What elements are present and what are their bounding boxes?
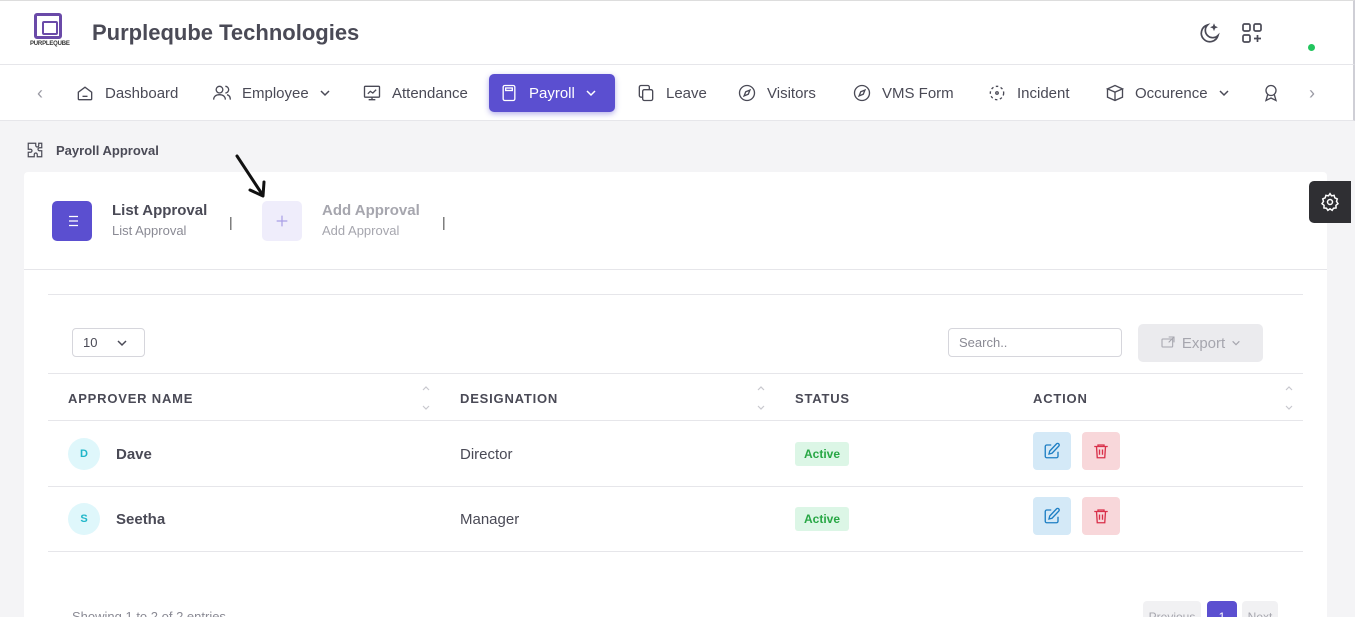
pager-previous[interactable]: Previous	[1143, 601, 1201, 617]
nav-prev-arrow-icon[interactable]: ‹	[30, 83, 50, 103]
annotation-arrow-icon	[235, 154, 266, 198]
nav-label: Incident	[1017, 84, 1070, 102]
designation: Manager	[460, 511, 520, 528]
page-length-select[interactable]: 10	[72, 328, 145, 357]
nav-item-dashboard[interactable]: Dashboard	[65, 74, 188, 112]
nav-label: Occurence	[1135, 84, 1208, 102]
company-name: Purpleqube Technologies	[92, 20, 360, 45]
approval-table-panel: 10 Export APPROVER NAME DESIGNATION STAT…	[48, 294, 1303, 617]
search-input[interactable]	[948, 328, 1122, 357]
breadcrumb: Payroll Approval	[26, 141, 159, 159]
nav-item-incident[interactable]: Incident	[977, 74, 1080, 112]
approval-card: List Approval List Approval | Add Approv…	[24, 172, 1327, 617]
chevron-down-icon	[320, 90, 330, 97]
online-status-dot	[1308, 44, 1315, 51]
chevron-down-icon	[117, 340, 127, 347]
moon-icon[interactable]	[1198, 21, 1222, 45]
main-nav: ‹ Dashboard Employee Attendance Payroll …	[0, 64, 1355, 121]
chevron-down-icon	[1232, 340, 1240, 346]
sort-icon[interactable]	[421, 384, 431, 412]
chevron-down-icon	[1219, 90, 1229, 97]
avatar: D	[68, 438, 100, 470]
edit-icon	[1044, 442, 1060, 459]
edit-icon	[1044, 507, 1060, 524]
col-designation[interactable]: DESIGNATION	[460, 391, 558, 406]
nav-label: Employee	[242, 84, 309, 102]
plus-icon	[276, 215, 288, 227]
approver-name: Seetha	[116, 511, 166, 528]
nav-item-leave[interactable]: Leave	[626, 74, 717, 112]
tab-add-approval[interactable]	[262, 201, 302, 241]
calculator-icon	[502, 84, 516, 102]
edit-button[interactable]	[1033, 497, 1071, 535]
avatar: S	[68, 503, 100, 535]
nav-label: Dashboard	[105, 84, 179, 102]
package-icon	[1105, 84, 1125, 102]
gear-icon	[1320, 192, 1340, 212]
col-status: STATUS	[795, 391, 850, 406]
status-badge: Active	[795, 507, 850, 531]
status-badge: Active	[795, 442, 850, 466]
list-icon	[66, 215, 78, 227]
table-info: Showing 1 to 2 of 2 entries	[72, 609, 226, 617]
col-action: ACTION	[1033, 391, 1088, 406]
compass-icon	[853, 84, 871, 102]
award-icon	[1264, 84, 1278, 102]
nav-label: Leave	[666, 84, 707, 102]
chevron-down-icon	[586, 90, 596, 97]
tab-list-subtitle: List Approval	[112, 223, 187, 238]
edit-button[interactable]	[1033, 432, 1071, 470]
top-header: PURPLEQUBE Purpleqube Technologies	[0, 0, 1355, 64]
logo-text: PURPLEQUBE	[30, 41, 70, 47]
nav-item-awards[interactable]	[1253, 74, 1289, 112]
table-header: APPROVER NAME DESIGNATION STATUS ACTION	[48, 373, 1303, 421]
home-icon	[77, 86, 93, 101]
compass-icon	[738, 84, 756, 102]
presentation-icon	[363, 85, 381, 101]
tab-add-title[interactable]: Add Approval	[322, 202, 420, 219]
approval-tabs: List Approval List Approval | Add Approv…	[24, 172, 1327, 270]
tab-add-subtitle: Add Approval	[322, 223, 400, 238]
nav-item-occurence[interactable]: Occurence	[1095, 74, 1240, 112]
nav-next-arrow-icon[interactable]: ›	[1302, 83, 1322, 103]
col-approver-name[interactable]: APPROVER NAME	[68, 391, 193, 406]
theme-settings-button[interactable]	[1309, 181, 1351, 223]
table-row: D Dave Director Active	[48, 422, 1303, 487]
designation: Director	[460, 446, 513, 463]
apps-grid-icon[interactable]	[1240, 21, 1264, 45]
export-icon	[1161, 336, 1175, 348]
nav-item-visitors[interactable]: Visitors	[727, 74, 826, 112]
page-length-value: 10	[83, 335, 98, 350]
trash-icon	[1094, 444, 1108, 459]
nav-item-attendance[interactable]: Attendance	[352, 74, 478, 112]
nav-item-employee[interactable]: Employee	[202, 74, 341, 112]
sort-icon[interactable]	[756, 384, 766, 412]
trash-icon	[1094, 509, 1108, 524]
export-button[interactable]: Export	[1138, 324, 1263, 362]
company-logo[interactable]: PURPLEQUBE	[30, 13, 70, 53]
pager-next[interactable]: Next	[1242, 601, 1278, 617]
nav-label: Payroll	[529, 84, 575, 102]
delete-button[interactable]	[1082, 432, 1120, 470]
tab-list-approval[interactable]	[52, 201, 92, 241]
table-row: S Seetha Manager Active	[48, 487, 1303, 552]
approver-name: Dave	[116, 446, 152, 463]
pager-page-1[interactable]: 1	[1207, 601, 1237, 617]
nav-item-payroll[interactable]: Payroll	[489, 74, 615, 112]
delete-button[interactable]	[1082, 497, 1120, 535]
nav-item-vms-form[interactable]: VMS Form	[842, 74, 964, 112]
nav-label: VMS Form	[882, 84, 954, 102]
sort-icon[interactable]	[1284, 384, 1294, 412]
tab-separator: |	[442, 214, 446, 230]
nav-label: Visitors	[767, 84, 816, 102]
tab-separator: |	[229, 214, 233, 230]
breadcrumb-title: Payroll Approval	[56, 142, 159, 158]
tab-list-title[interactable]: List Approval	[112, 202, 207, 219]
focus-icon	[989, 85, 1005, 101]
nav-label: Attendance	[392, 84, 468, 102]
export-label: Export	[1181, 334, 1226, 352]
puzzle-icon	[27, 142, 43, 158]
users-icon	[213, 85, 231, 100]
copy-icon	[638, 84, 654, 102]
